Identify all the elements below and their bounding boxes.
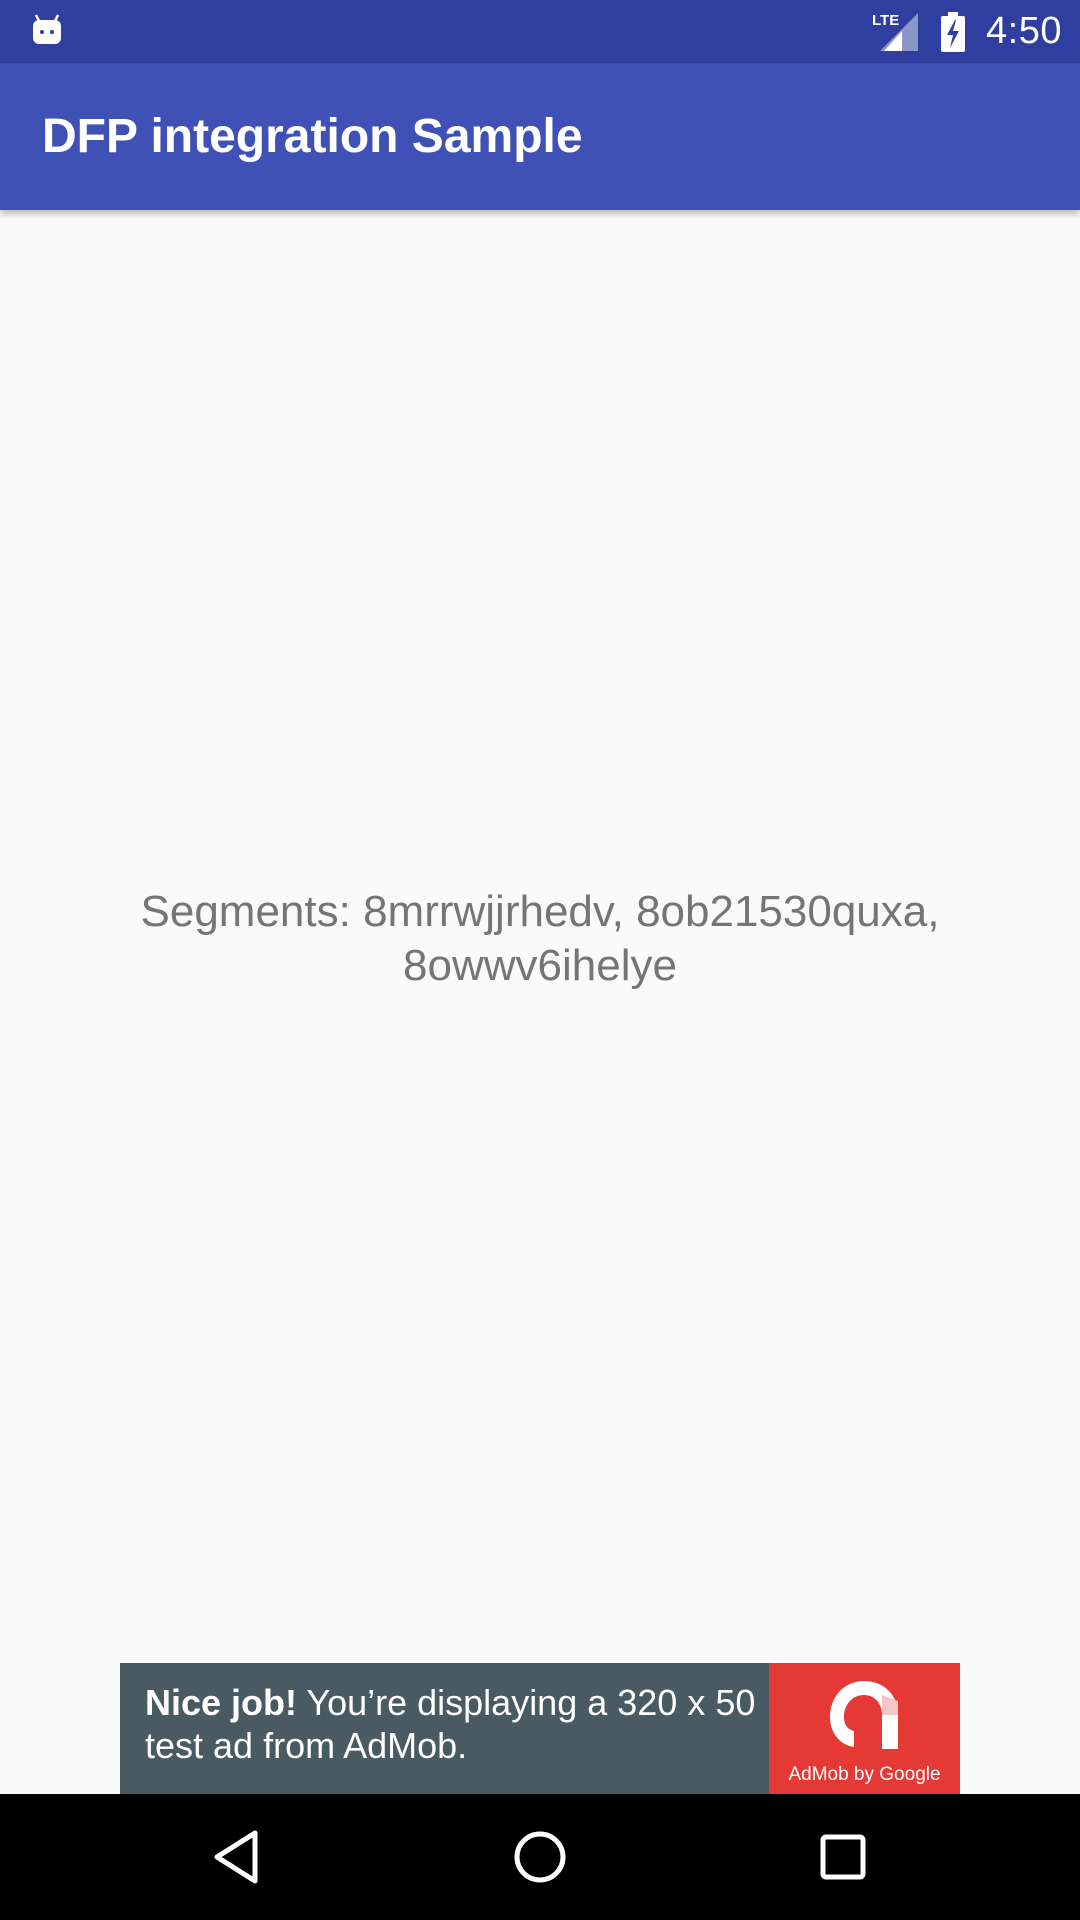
navigation-bar [0,1794,1080,1920]
back-button[interactable] [201,1822,271,1892]
lte-label: LTE [872,12,899,29]
app-bar: DFP integration Sample [0,63,1080,210]
app-title: DFP integration Sample [42,110,583,163]
ad-banner[interactable]: Nice job! You’re displaying a 320 x 50 t… [120,1663,960,1794]
segments-text: Segments: 8mrrwjjrhedv, 8ob21530quxa, 8o… [90,885,990,993]
screen: LTE 4:50 DFP integration Sample Segments… [0,0,1080,1920]
battery-charging-icon [941,11,966,52]
status-icons: LTE 4:50 [872,0,1062,63]
back-icon [214,1830,258,1884]
status-time: 4:50 [986,10,1062,52]
status-bar: LTE 4:50 [0,0,1080,63]
ad-headline: Nice job! [145,1682,298,1723]
recents-button[interactable] [808,1822,878,1892]
admob-logo: AdMob by Google [769,1663,960,1794]
ad-logo-caption: AdMob by Google [788,1764,941,1785]
segments-line-1: Segments: 8mrrwjjrhedv, 8ob21530quxa, [140,887,940,936]
home-button[interactable] [505,1822,575,1892]
admob-icon [830,1681,898,1749]
segments-line-2: 8owwv6ihelye [403,941,677,990]
ad-text: Nice job! You’re displaying a 320 x 50 t… [145,1681,765,1767]
lte-signal-icon: LTE [872,12,919,51]
home-icon [514,1831,566,1883]
main-content: Segments: 8mrrwjjrhedv, 8ob21530quxa, 8o… [0,210,1080,1794]
android-notification-icon [33,14,61,44]
recents-icon [820,1834,866,1880]
